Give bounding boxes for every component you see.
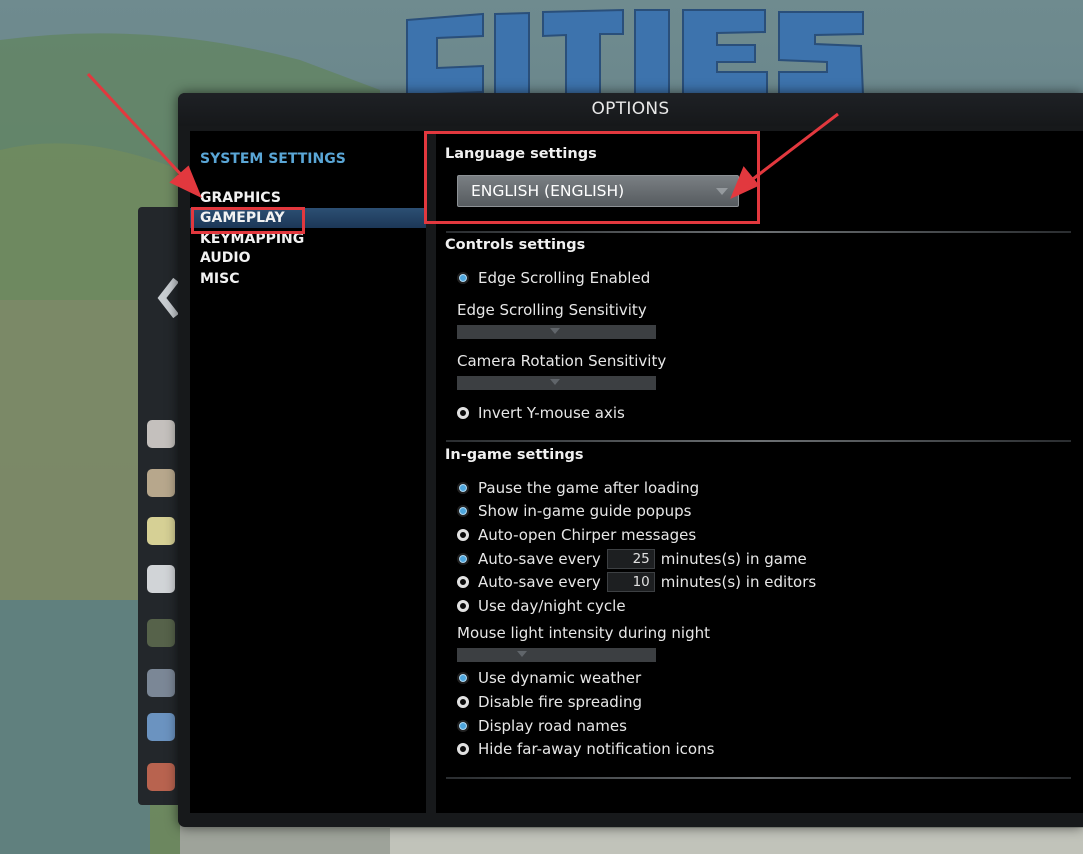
far-notifications-checkbox[interactable]: Hide far-away notification icons: [457, 739, 714, 759]
hud-icon: [147, 669, 175, 697]
hud-icon: [147, 469, 175, 497]
autosave-editors-checkbox[interactable]: Auto-save every 10 minutes(s) in editors: [457, 572, 816, 592]
section-divider: [446, 777, 1071, 779]
sidebar-item-misc[interactable]: MISC: [200, 270, 240, 288]
hud-icon: [147, 420, 175, 448]
cities-logo: [406, 8, 865, 95]
hud-icon: [147, 517, 175, 545]
checked-indicator: [457, 272, 469, 284]
annotation-box-language: [424, 131, 760, 224]
guide-popups-checkbox[interactable]: Show in-game guide popups: [457, 501, 691, 521]
edge-scrolling-checkbox[interactable]: Edge Scrolling Enabled: [457, 268, 650, 288]
option-label: Hide far-away notification icons: [478, 740, 715, 758]
sidebar-item-graphics[interactable]: GRAPHICS: [200, 189, 281, 207]
controls-section-title: Controls settings: [445, 237, 586, 253]
unchecked-indicator: [457, 743, 469, 755]
option-label: Display road names: [478, 717, 627, 735]
unchecked-indicator: [457, 576, 469, 588]
chevron-left-icon: [157, 278, 179, 318]
slider-thumb[interactable]: [517, 651, 527, 657]
edge-sensitivity-label: Edge Scrolling Sensitivity: [457, 301, 647, 319]
annotation-box-gameplay: [191, 207, 305, 234]
option-suffix: minutes(s) in game: [660, 550, 807, 568]
autosave-game-minutes-input[interactable]: 25: [606, 549, 655, 569]
unchecked-indicator: [457, 407, 469, 419]
hud-icon: [147, 619, 175, 647]
fire-spreading-checkbox[interactable]: Disable fire spreading: [457, 692, 642, 712]
autosave-game-checkbox[interactable]: Auto-save every 25 minutes(s) in game: [457, 549, 807, 569]
checked-indicator: [457, 505, 469, 517]
option-label: Use day/night cycle: [478, 597, 626, 615]
edge-sensitivity-slider[interactable]: [457, 325, 656, 339]
day-night-checkbox[interactable]: Use day/night cycle: [457, 596, 626, 616]
option-label: Show in-game guide popups: [478, 502, 692, 520]
option-label: Invert Y-mouse axis: [478, 404, 625, 422]
checked-indicator: [457, 482, 469, 494]
hud-icon: [147, 565, 175, 593]
camera-sensitivity-slider[interactable]: [457, 376, 656, 390]
options-title: OPTIONS: [178, 93, 1083, 126]
section-divider: [446, 440, 1071, 442]
option-label: Auto-save every: [478, 573, 601, 591]
pause-after-loading-checkbox[interactable]: Pause the game after loading: [457, 478, 699, 498]
checked-indicator: [457, 672, 469, 684]
option-label: Use dynamic weather: [478, 669, 642, 687]
slider-thumb[interactable]: [550, 379, 560, 385]
slider-thumb[interactable]: [550, 328, 560, 334]
option-label: Disable fire spreading: [478, 693, 643, 711]
hud-icon: [147, 763, 175, 791]
camera-sensitivity-label: Camera Rotation Sensitivity: [457, 352, 667, 370]
hud-icon: [147, 713, 175, 741]
sidebar-item-audio[interactable]: AUDIO: [200, 249, 251, 267]
autosave-editors-minutes-input[interactable]: 10: [606, 572, 655, 592]
option-suffix: minutes(s) in editors: [660, 573, 817, 591]
option-label: Auto-save every: [478, 550, 601, 568]
ingame-section-title: In-game settings: [445, 447, 584, 463]
option-label: Edge Scrolling Enabled: [478, 269, 651, 287]
option-label: Auto-open Chirper messages: [478, 526, 697, 544]
section-divider: [446, 231, 1071, 233]
checked-indicator: [457, 553, 469, 565]
unchecked-indicator: [457, 696, 469, 708]
dynamic-weather-checkbox[interactable]: Use dynamic weather: [457, 668, 641, 688]
invert-y-checkbox[interactable]: Invert Y-mouse axis: [457, 403, 625, 423]
chirper-checkbox[interactable]: Auto-open Chirper messages: [457, 525, 696, 545]
mouse-light-slider[interactable]: [457, 648, 656, 662]
checked-indicator: [457, 720, 469, 732]
mouse-light-label: Mouse light intensity during night: [457, 624, 710, 642]
road-names-checkbox[interactable]: Display road names: [457, 716, 627, 736]
option-label: Pause the game after loading: [478, 479, 700, 497]
unchecked-indicator: [457, 529, 469, 541]
sidebar-title: SYSTEM SETTINGS: [200, 151, 346, 167]
unchecked-indicator: [457, 600, 469, 612]
